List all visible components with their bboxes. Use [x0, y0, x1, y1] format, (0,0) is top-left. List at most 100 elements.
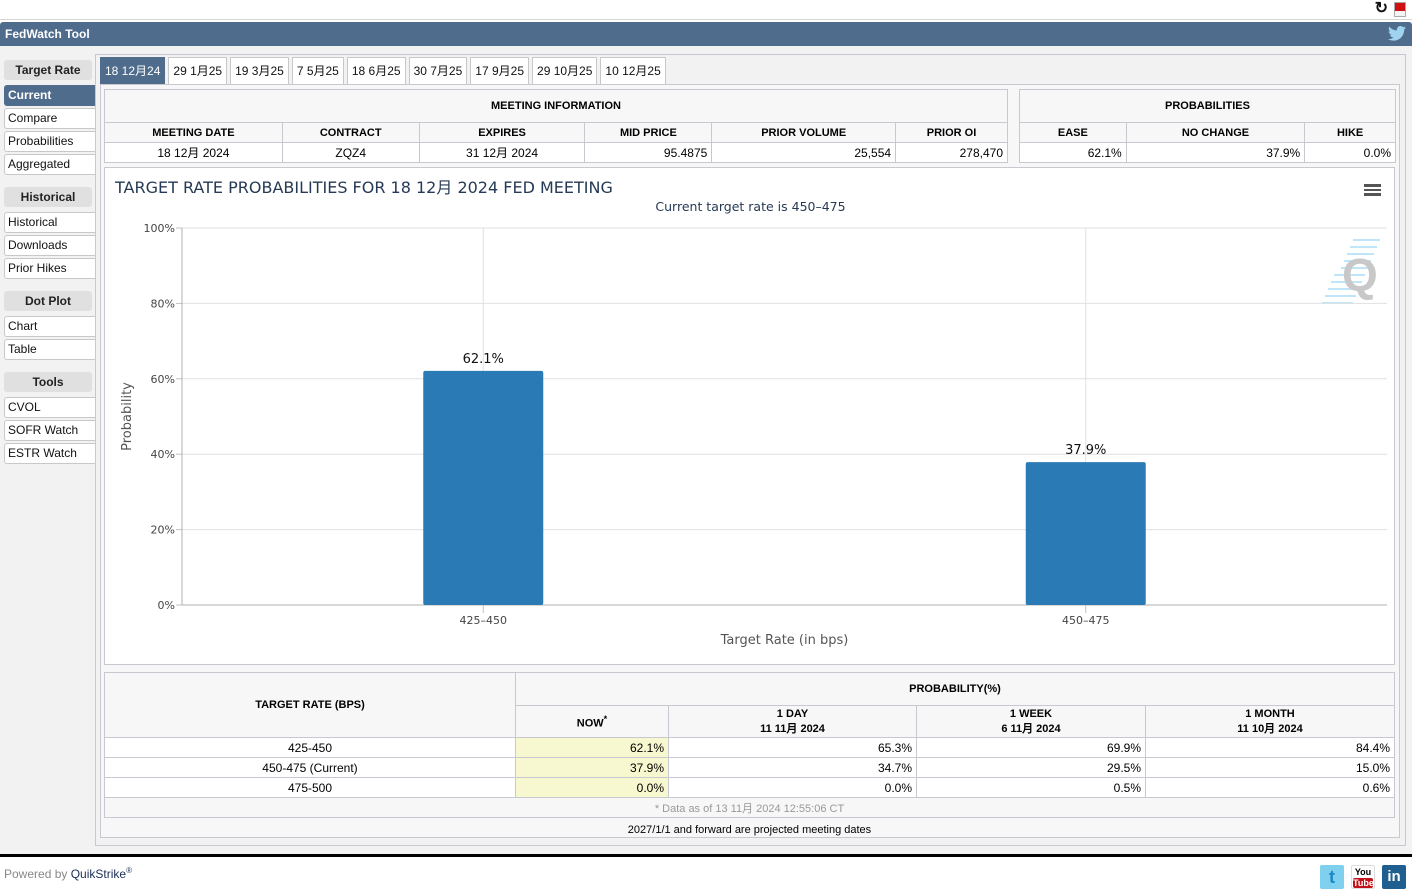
probability-cell: 0.5% — [916, 777, 1146, 798]
y-axis-label: Probability — [120, 382, 135, 451]
sidebar-item-downloads[interactable]: Downloads — [4, 235, 95, 256]
prior-oi-value: 278,470 — [895, 142, 1008, 163]
bar — [423, 370, 544, 605]
probability-cell: 15.0% — [1145, 757, 1395, 778]
y-tick-label: 40% — [151, 448, 175, 461]
data-as-of-note: * Data as of 13 11月 2024 12:55:06 CT — [104, 797, 1395, 818]
meeting-tabs: 18 12月24 29 1月25 19 3月25 7 5月25 18 6月25 30 7月… — [100, 57, 669, 84]
bar — [1025, 462, 1146, 605]
meeting-tab[interactable]: 18 12月24 — [100, 57, 166, 84]
meeting-info-row: 18 12月 2024 ZQZ4 31 12月 2024 95.4875 25,… — [104, 142, 1008, 163]
hike-value: 0.0% — [1304, 142, 1396, 163]
app-header: FedWatch Tool — [0, 22, 1412, 46]
probability-cell: 84.4% — [1145, 737, 1395, 758]
y-tick-label: 80% — [151, 297, 175, 310]
bar-data-label: 37.9% — [1065, 443, 1106, 458]
probability-cell: 0.6% — [1145, 777, 1395, 798]
probability-cell: 0.0% — [668, 777, 917, 798]
no-change-value: 37.9% — [1125, 142, 1306, 163]
sidebar-item-table[interactable]: Table — [4, 339, 95, 360]
reload-icon[interactable]: ↻ — [1375, 1, 1388, 17]
sidebar-item-prior-hikes[interactable]: Prior Hikes — [4, 258, 95, 279]
target-rate-header: TARGET RATE (BPS) — [104, 672, 516, 738]
probability-cell: 34.7% — [668, 757, 917, 778]
meeting-date-value: 18 12月 2024 — [104, 142, 283, 163]
col-expires: EXPIRES — [418, 122, 586, 143]
prior-volume-value: 25,554 — [711, 142, 897, 163]
probability-cell: 29.5% — [916, 757, 1146, 778]
y-tick-label: 100% — [144, 222, 175, 235]
probability-cell: 65.3% — [668, 737, 917, 758]
meeting-info-title: MEETING INFORMATION — [104, 89, 1008, 123]
col-mid-price: MID PRICE — [584, 122, 713, 143]
contract-value: ZQZ4 — [281, 142, 420, 163]
ease-value: 62.1% — [1019, 142, 1127, 163]
mid-price-value: 95.4875 — [584, 142, 713, 163]
meeting-tab[interactable]: 10 12月25 — [600, 57, 666, 84]
meeting-tab[interactable]: 19 3月25 — [230, 57, 289, 84]
probability-history-table: TARGET RATE (BPS) PROBABILITY(%) NOW* 1 … — [104, 672, 1395, 818]
sidebar-item-chart[interactable]: Chart — [4, 316, 95, 337]
meeting-tab[interactable]: 17 9月25 — [470, 57, 530, 84]
sidebar-heading: Tools — [4, 372, 92, 392]
youtube-social-icon[interactable]: You Tube — [1351, 865, 1375, 889]
col-now: NOW* — [515, 705, 669, 738]
projected-dates-note: 2027/1/1 and forward are projected meeti… — [627, 824, 872, 836]
col-contract: CONTRACT — [281, 122, 420, 143]
probability-cell: 37.9% — [515, 757, 669, 778]
sidebar-item-sofr-watch[interactable]: SOFR Watch — [4, 420, 95, 441]
col-prior-oi: PRIOR OI — [895, 122, 1008, 143]
x-axis-label: Target Rate (in bps) — [720, 633, 849, 648]
target-rate-cell: 425-450 — [104, 737, 516, 758]
meeting-tab[interactable]: 18 6月25 — [346, 57, 406, 84]
col-1-week: 1 WEEK 6 11月 2024 — [916, 705, 1146, 738]
col-1-day: 1 DAY 11 11月 2024 — [668, 705, 917, 738]
y-tick-label: 0% — [158, 599, 175, 612]
probability-header: PROBABILITY(%) — [515, 672, 1395, 706]
sidebar: Target Rate Current Compare Probabilities Ag… — [4, 60, 95, 464]
col-meeting-date: MEETING DATE — [104, 122, 283, 143]
meeting-tab[interactable]: 29 10月25 — [532, 57, 598, 84]
table-row: 425-450 62.1% 65.3% 69.9% 84.4% — [104, 737, 1395, 758]
probability-cell: 0.0% — [515, 777, 669, 798]
chart-plot: Q 0% 20% 40% 60% 80% 100% 62.1% 425–450 37.9% 450–… — [120, 222, 1387, 648]
meeting-tab[interactable]: 29 1月25 — [168, 57, 228, 84]
x-tick-label: 425–450 — [460, 614, 508, 627]
twitter-icon[interactable] — [1388, 26, 1406, 41]
meeting-info-table: MEETING INFORMATION MEETING DATE CONTRAC… — [104, 89, 1008, 163]
quikstrike-link[interactable]: QuikStrike — [71, 867, 126, 881]
sidebar-heading: Historical — [4, 187, 92, 207]
target-rate-cell: 450-475 (Current) — [104, 757, 516, 778]
sidebar-item-compare[interactable]: Compare — [4, 108, 95, 129]
meeting-tab[interactable]: 30 7月25 — [408, 57, 468, 84]
col-prior-volume: PRIOR VOLUME — [711, 122, 897, 143]
sidebar-item-current[interactable]: Current — [4, 85, 95, 106]
pdf-icon[interactable] — [1394, 2, 1406, 17]
sidebar-item-estr-watch[interactable]: ESTR Watch — [4, 443, 95, 464]
sidebar-item-aggregated[interactable]: Aggregated — [4, 154, 95, 175]
powered-by: Powered by QuikStrike® — [4, 866, 132, 881]
meeting-tab[interactable]: 7 5月25 — [291, 57, 344, 84]
table-row: 450-475 (Current) 37.9% 34.7% 29.5% 15.0% — [104, 757, 1395, 778]
expires-value: 31 12月 2024 — [418, 142, 586, 163]
col-1-month: 1 MONTH 11 10月 2024 — [1145, 705, 1395, 738]
twitter-social-icon[interactable]: t — [1320, 865, 1344, 889]
probabilities-row: 62.1% 37.9% 0.0% — [1019, 142, 1396, 163]
y-tick-label: 20% — [151, 524, 175, 537]
sidebar-item-historical[interactable]: Historical — [4, 212, 95, 233]
linkedin-social-icon[interactable]: in — [1382, 865, 1406, 889]
sidebar-heading: Dot Plot — [4, 291, 92, 311]
sidebar-heading: Target Rate — [4, 60, 92, 80]
browser-toolbar: ↻ — [0, 0, 1412, 20]
probability-cell: 69.9% — [916, 737, 1146, 758]
quikstrike-watermark-icon: Q — [1322, 239, 1380, 304]
col-no-change: NO CHANGE — [1125, 122, 1306, 143]
sidebar-item-cvol[interactable]: CVOL — [4, 397, 95, 418]
col-hike: HIKE — [1304, 122, 1396, 143]
footer: Powered by QuikStrike® t You Tube in — [0, 854, 1412, 893]
app-title: FedWatch Tool — [5, 27, 90, 41]
sidebar-item-probabilities[interactable]: Probabilities — [4, 131, 95, 152]
col-ease: EASE — [1019, 122, 1127, 143]
table-row: 475-500 0.0% 0.0% 0.5% 0.6% — [104, 777, 1395, 798]
svg-text:Q: Q — [1342, 249, 1378, 301]
